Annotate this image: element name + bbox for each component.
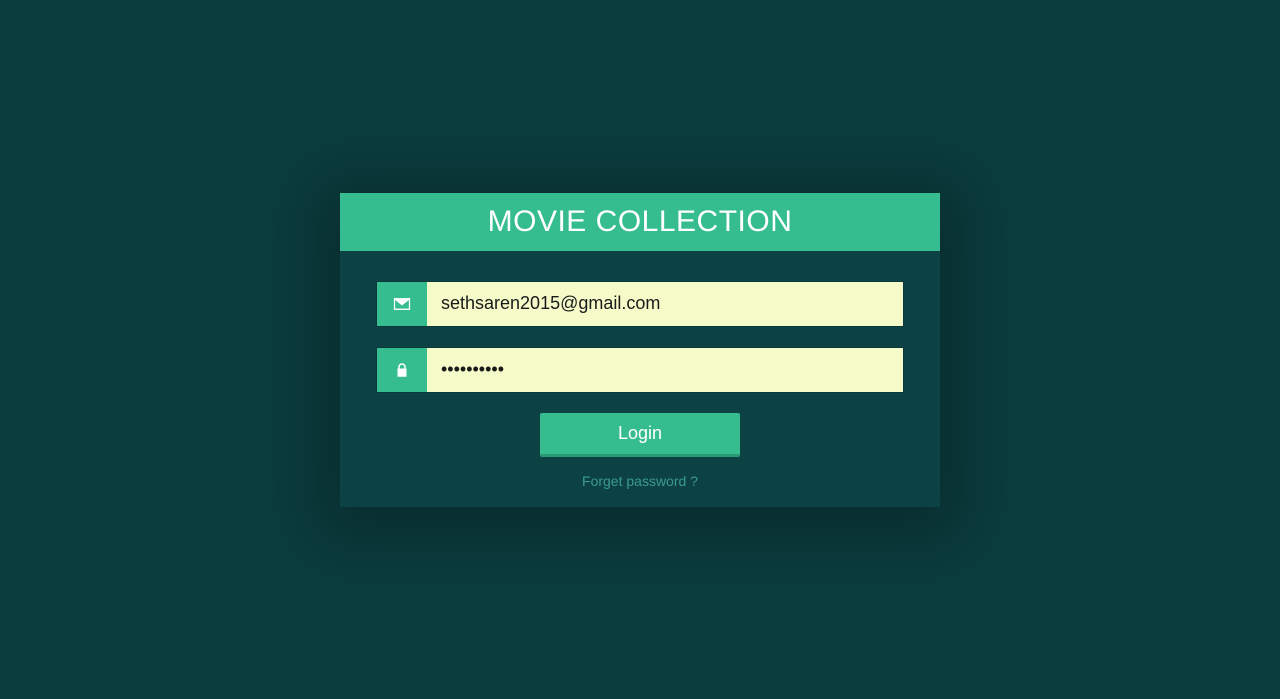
forget-password-link[interactable]: Forget password ? xyxy=(376,473,904,489)
password-field[interactable] xyxy=(427,348,903,392)
page-title: MOVIE COLLECTION xyxy=(340,205,940,239)
email-input-group xyxy=(376,281,904,327)
email-field[interactable] xyxy=(427,282,903,326)
card-body: Login Forget password ? xyxy=(340,251,940,489)
lock-icon xyxy=(377,348,427,392)
password-input-group xyxy=(376,347,904,393)
envelope-icon xyxy=(377,282,427,326)
card-header: MOVIE COLLECTION xyxy=(340,193,940,251)
login-button[interactable]: Login xyxy=(540,413,740,457)
login-card: MOVIE COLLECTION Login Forget password ? xyxy=(340,193,940,507)
